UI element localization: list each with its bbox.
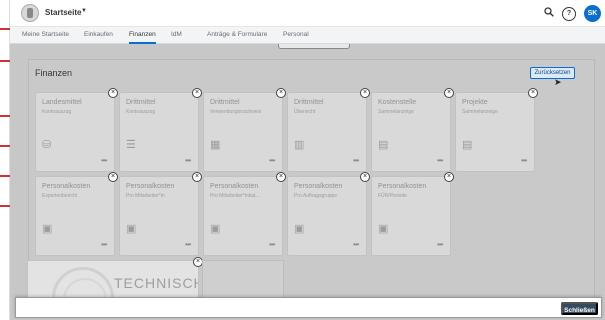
add-tile-placeholder[interactable] [202, 260, 284, 300]
more-options-icon[interactable]: ••• [353, 156, 359, 165]
close-button[interactable]: Schließen [561, 302, 598, 315]
tab-antraege-formulare[interactable]: Anträge & Formulare [207, 31, 267, 38]
remove-tile-button[interactable]: × [528, 88, 538, 98]
tab-finanzen[interactable]: Finanzen [129, 31, 156, 44]
tile-title: Drittmittel [126, 99, 156, 106]
mouse-cursor-icon: ➤ [554, 77, 562, 87]
tab-bar: Meine Startseite Einkaufen Finanzen IdM … [10, 27, 605, 44]
app-tile[interactable]: Drittmittel Verwendungsnachweis ▦ ••• [203, 92, 283, 172]
tab-personal[interactable]: Personal [283, 31, 309, 38]
more-options-icon[interactable]: ••• [521, 156, 527, 165]
home-title[interactable]: Startseite [45, 8, 81, 17]
tile-title: Drittmittel [210, 99, 240, 106]
tile-title: Drittmittel [294, 99, 324, 106]
tab-meine-startseite[interactable]: Meine Startseite [22, 31, 69, 38]
footer-bar: Schließen [15, 297, 602, 318]
list-icon: ☰ [126, 139, 136, 151]
app-tile[interactable]: Personalkosten FÜR/Periode ▣ ••• [371, 176, 451, 256]
tile-title: Kostenstelle [378, 99, 417, 106]
tile-subtitle: Kontoauszug [126, 109, 156, 115]
more-options-icon[interactable]: ••• [269, 240, 275, 249]
remove-tile-button[interactable]: × [444, 88, 454, 98]
reset-button[interactable]: Zurücksetzen [530, 67, 575, 79]
person-card-icon: ▣ [294, 223, 305, 235]
help-icon[interactable]: ? [562, 7, 576, 21]
remove-tile-button[interactable]: × [192, 88, 202, 98]
tile-subtitle: Pro Mitarbeiter*inkat... [210, 193, 260, 199]
chevron-down-icon[interactable]: ▼ [81, 8, 87, 14]
person-card-icon: ▣ [42, 223, 53, 235]
more-options-icon[interactable]: ••• [101, 240, 107, 249]
tile-title: Personalkosten [126, 183, 175, 190]
person-card-icon: ▣ [126, 223, 137, 235]
remove-tile-button[interactable]: × [360, 172, 370, 182]
app-tile[interactable]: Personalkosten Expertenbericht ▣ ••• [35, 176, 115, 256]
app-tile[interactable]: Personalkosten Pro Auftragsgruppe ▣ ••• [287, 176, 367, 256]
calculator-icon: ▦ [210, 139, 221, 151]
section-handle[interactable] [278, 44, 350, 49]
app-tile[interactable]: Landesmittel Kontoauszug ⛁ ••• [35, 92, 115, 172]
more-options-icon[interactable]: ••• [437, 240, 443, 249]
avatar[interactable]: SK [584, 5, 601, 22]
app-tile[interactable]: Personalkosten Pro Mitarbeiter*inkat... ▣ •… [203, 176, 283, 256]
person-card-icon: ▣ [378, 223, 389, 235]
app-tile[interactable]: Personalkosten Pro Mitarbeiter*in ▣ ••• [119, 176, 199, 256]
tile-subtitle: FÜR/Periode [378, 193, 407, 199]
tile-subtitle: Verwendungsnachweis [210, 109, 262, 115]
more-options-icon[interactable]: ••• [101, 156, 107, 165]
more-options-icon[interactable]: ••• [185, 240, 191, 249]
more-options-icon[interactable]: ••• [437, 156, 443, 165]
buildings-icon: ▤ [378, 139, 389, 151]
buildings-icon: ▤ [462, 139, 473, 151]
news-image-tile[interactable]: TECHNISCH [27, 260, 199, 300]
remove-tile-button[interactable]: × [276, 88, 286, 98]
remove-tile-button[interactable]: × [108, 172, 118, 182]
more-options-icon[interactable]: ••• [269, 156, 275, 165]
app-tile[interactable]: Drittmittel Übersicht ▥ ••• [287, 92, 367, 172]
group-title: Finanzen [35, 68, 73, 78]
app-tile[interactable]: Kostenstelle Sammelanzeige ▤ ••• [371, 92, 451, 172]
university-logo[interactable] [21, 4, 39, 22]
tile-subtitle: Pro Auftragsgruppe [294, 193, 338, 199]
bar-chart-icon: ▥ [294, 139, 305, 151]
remove-tile-button[interactable]: × [360, 88, 370, 98]
app-tile[interactable]: Projekte Sammelanzeige ▤ ••• [455, 92, 535, 172]
background-window-edge [0, 0, 10, 320]
tile-title: Personalkosten [378, 183, 427, 190]
tile-title: Projekte [462, 99, 488, 106]
search-icon[interactable] [542, 7, 556, 21]
person-card-icon: ▣ [210, 223, 221, 235]
tile-title: Landesmittel [42, 99, 82, 106]
news-tile-text: TECHNISCH [114, 275, 199, 291]
remove-tile-button[interactable]: × [108, 88, 118, 98]
tile-subtitle: Übersicht [294, 109, 316, 115]
remove-tile-button[interactable]: × [444, 172, 454, 182]
tab-einkaufen[interactable]: Einkaufen [84, 31, 113, 38]
tile-title: Personalkosten [294, 183, 343, 190]
remove-tile-button[interactable]: × [276, 172, 286, 182]
tile-subtitle: Sammelanzeige [378, 109, 414, 115]
tile-title: Personalkosten [42, 183, 91, 190]
tile-title: Personalkosten [210, 183, 259, 190]
shell-bar: Startseite ▼ ? SK [10, 0, 605, 27]
more-options-icon[interactable]: ••• [185, 156, 191, 165]
more-options-icon[interactable]: ••• [353, 240, 359, 249]
tile-subtitle: Pro Mitarbeiter*in [126, 193, 165, 199]
tile-subtitle: Sammelanzeige [462, 109, 498, 115]
remove-tile-button[interactable]: × [192, 172, 202, 182]
tile-subtitle: Expertenbericht [42, 193, 78, 199]
tile-subtitle: Kontoauszug [42, 109, 72, 115]
piggy-bank-icon: ⛁ [42, 139, 52, 151]
university-seal [52, 267, 114, 299]
app-tile[interactable]: Drittmittel Kontoauszug ☰ ••• [119, 92, 199, 172]
tab-idm[interactable]: IdM [171, 31, 182, 38]
